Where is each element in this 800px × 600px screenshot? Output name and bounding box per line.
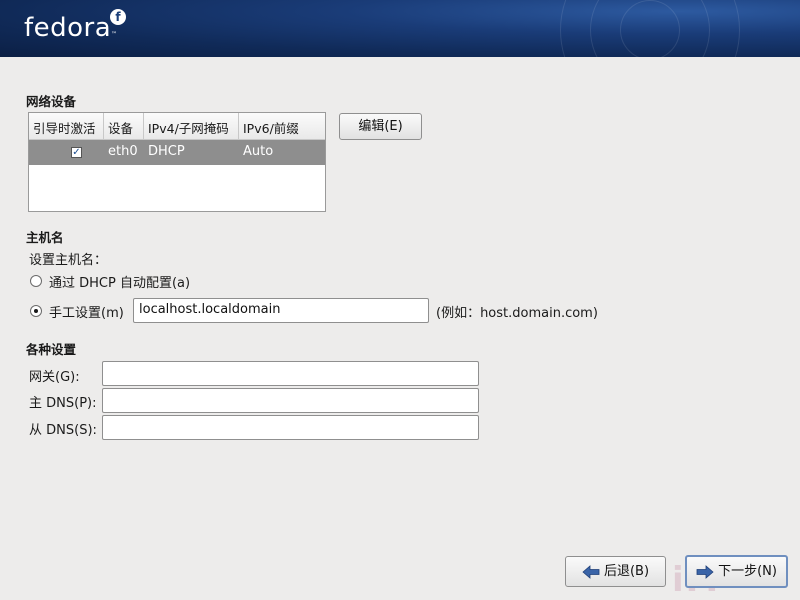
hostname-title: 主机名 xyxy=(26,230,64,245)
radio-manual-label[interactable]: 手工设置(m) xyxy=(49,302,124,321)
column-header-ipv6[interactable]: IPv6/前缀 xyxy=(239,113,325,139)
back-arrow-icon xyxy=(582,564,600,579)
next-button[interactable]: 下一步(N) xyxy=(685,555,788,588)
secondary-dns-label: 从 DNS(S): xyxy=(29,423,97,438)
radio-manual[interactable] xyxy=(30,305,42,317)
edit-button[interactable]: 编辑(E) xyxy=(339,113,422,140)
misc-settings-title: 各种设置 xyxy=(26,342,77,357)
next-button-label: 下一步(N) xyxy=(718,564,777,579)
column-header-ipv4[interactable]: IPv4/子网掩码 xyxy=(144,113,239,139)
banner-decoration xyxy=(620,0,680,57)
hostname-prompt: 设置主机名： xyxy=(29,253,108,268)
column-header-active[interactable]: 引导时激活 xyxy=(29,113,104,139)
radio-dhcp[interactable] xyxy=(30,275,42,287)
fedora-infinity-icon: f xyxy=(110,9,126,25)
logo-text: fedora xyxy=(24,13,112,43)
gateway-input[interactable] xyxy=(102,361,479,386)
active-checkbox[interactable]: ✓ xyxy=(71,147,82,158)
gateway-label: 网关(G): xyxy=(29,370,80,385)
next-arrow-icon xyxy=(696,564,714,579)
trademark-mark: ™ xyxy=(111,31,117,38)
network-device-list[interactable]: 引导时激活 设备 IPv4/子网掩码 IPv6/前缀 ✓ eth0 DHCP A… xyxy=(28,112,326,212)
device-cell: eth0 xyxy=(108,144,138,159)
back-button-label: 后退(B) xyxy=(603,564,650,579)
header-banner: fedora f ™ xyxy=(0,0,800,57)
primary-dns-label: 主 DNS(P): xyxy=(29,396,97,411)
radio-dhcp-label[interactable]: 通过 DHCP 自动配置(a) xyxy=(49,272,190,291)
table-row[interactable]: ✓ eth0 DHCP Auto xyxy=(29,140,325,165)
hostname-input[interactable]: localhost.localdomain xyxy=(133,298,429,323)
column-header-device[interactable]: 设备 xyxy=(104,113,144,139)
secondary-dns-input[interactable] xyxy=(102,415,479,440)
back-button[interactable]: 后退(B) xyxy=(565,556,666,587)
list-header: 引导时激活 设备 IPv4/子网掩码 IPv6/前缀 xyxy=(29,113,325,140)
ipv4-cell: DHCP xyxy=(148,144,185,159)
primary-dns-input[interactable] xyxy=(102,388,479,413)
network-devices-title: 网络设备 xyxy=(26,94,77,109)
hostname-example: (例如：host.domain.com) xyxy=(436,306,598,321)
ipv6-cell: Auto xyxy=(243,144,274,159)
active-cell: ✓ xyxy=(29,140,104,165)
